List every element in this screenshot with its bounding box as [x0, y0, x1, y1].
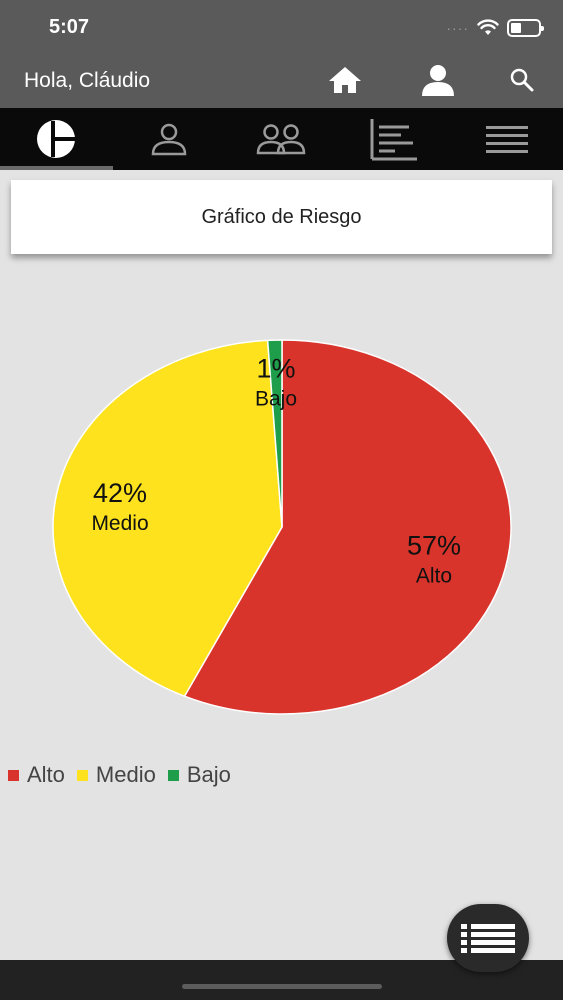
- chart-legend: Alto Medio Bajo: [8, 762, 243, 788]
- tab-bar: [0, 108, 563, 170]
- report-icon: [370, 119, 418, 161]
- status-time: 5:07: [49, 16, 90, 38]
- status-indicators: ····: [446, 18, 544, 38]
- tab-report[interactable]: [338, 108, 451, 170]
- legend-swatch-medio: [76, 769, 88, 781]
- pie-label-alto: Alto: [416, 565, 452, 588]
- legend-label-bajo: Bajo: [186, 762, 231, 787]
- battery-icon: [507, 19, 544, 37]
- risk-pie-chart: 57% Alto 42% Medio 1% Bajo: [52, 339, 512, 715]
- user-icon[interactable]: [418, 60, 458, 100]
- user-outline-icon: [151, 123, 187, 156]
- legend-swatch-alto: [8, 769, 19, 781]
- pie-percent-alto: 57%: [407, 531, 461, 561]
- tab-user[interactable]: [113, 108, 226, 170]
- legend-item-bajo: Bajo: [167, 762, 231, 788]
- users-icon: [257, 124, 306, 155]
- pie-percent-bajo: 1%: [256, 353, 295, 383]
- search-icon[interactable]: [502, 60, 542, 100]
- menu-icon: [485, 126, 528, 153]
- legend-swatch-bajo: [167, 769, 179, 781]
- list-icon: [461, 924, 515, 953]
- chart-title: Gráfico de Riesgo: [201, 205, 362, 228]
- top-bar: 5:07 ···· Hola, Cláudio: [0, 0, 563, 108]
- home-icon[interactable]: [325, 60, 365, 100]
- signal-icon: ····: [446, 20, 469, 36]
- pie-label-bajo: Bajo: [255, 387, 297, 410]
- legend-item-medio: Medio: [76, 762, 156, 788]
- tab-dashboard[interactable]: [0, 108, 113, 170]
- home-indicator[interactable]: [182, 984, 382, 989]
- legend-item-alto: Alto: [8, 762, 65, 788]
- list-fab-button[interactable]: [447, 904, 529, 972]
- greeting-text: Hola, Cláudio: [24, 69, 151, 92]
- wifi-icon: [477, 19, 499, 35]
- tab-menu[interactable]: [450, 108, 563, 170]
- legend-label-medio: Medio: [95, 762, 156, 787]
- chart-title-card: Gráfico de Riesgo: [11, 180, 552, 254]
- pie-label-medio: Medio: [91, 512, 148, 535]
- tab-users[interactable]: [225, 108, 338, 170]
- legend-label-alto: Alto: [27, 762, 65, 787]
- logo-icon: [37, 120, 78, 158]
- pie-percent-medio: 42%: [93, 478, 147, 508]
